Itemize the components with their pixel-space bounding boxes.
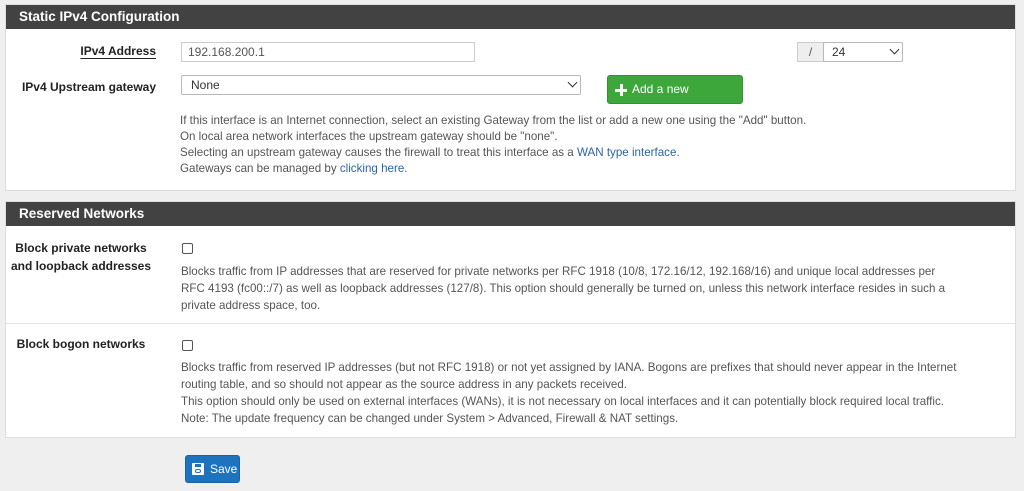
ipv4-gateway-row: IPv4 Upstream gateway None Add a new gat… (6, 65, 1015, 191)
gateway-help-text: If this interface is an Internet connect… (180, 113, 1000, 177)
ipv4-address-row: IPv4 Address 192.168.200.1 / 24 (6, 29, 1015, 65)
block-bogon-checkbox[interactable] (182, 340, 193, 351)
ipv4-gateway-select[interactable]: None (181, 75, 581, 95)
static-ipv4-heading: Static IPv4 Configuration (6, 5, 1015, 29)
cidr-value: 24 (832, 45, 846, 59)
ipv4-address-label: IPv4 Address (80, 44, 156, 58)
static-ipv4-panel: Static IPv4 Configuration IPv4 Address 1… (5, 4, 1016, 191)
block-bogon-help: Blocks traffic from reserved IP addresse… (181, 361, 957, 425)
reserved-networks-heading: Reserved Networks (6, 202, 1015, 226)
add-gateway-button[interactable]: Add a new gateway (607, 75, 743, 123)
wan-type-interface-link[interactable]: WAN type interface (577, 146, 676, 159)
gateway-help-line-2: On local area network interfaces the ups… (180, 130, 558, 143)
save-label: Save (210, 462, 238, 476)
block-private-help: Blocks traffic from IP addresses that ar… (181, 265, 946, 312)
block-bogon-label: Block bogon networks (16, 337, 146, 351)
ipv4-gateway-value: None (191, 78, 220, 92)
plus-icon (615, 84, 627, 96)
block-bogon-row: Block bogon networks Blocks traffic from… (6, 323, 1015, 438)
ipv4-address-input[interactable]: 192.168.200.1 (181, 42, 475, 62)
block-private-row: Block private networks and loopback addr… (6, 226, 1015, 323)
chevron-down-icon (567, 77, 578, 88)
reserved-networks-panel: Reserved Networks Block private networks… (5, 201, 1016, 438)
block-private-label: Block private networks and loopback addr… (10, 241, 152, 273)
ipv4-gateway-label: IPv4 Upstream gateway (21, 80, 156, 94)
cidr-separator: / (797, 42, 824, 62)
clicking-here-link[interactable]: clicking here (340, 162, 404, 175)
chevron-down-icon (889, 44, 900, 55)
gateway-help-line-4: Gateways can be managed by clicking here… (180, 162, 408, 175)
floppy-disk-icon (192, 463, 204, 475)
gateway-help-line-3: Selecting an upstream gateway causes the… (180, 146, 680, 159)
block-private-checkbox[interactable] (182, 243, 193, 254)
save-button[interactable]: Save (185, 455, 240, 483)
gateway-help-line-1: If this interface is an Internet connect… (180, 114, 807, 127)
cidr-select[interactable]: 24 (823, 42, 903, 62)
